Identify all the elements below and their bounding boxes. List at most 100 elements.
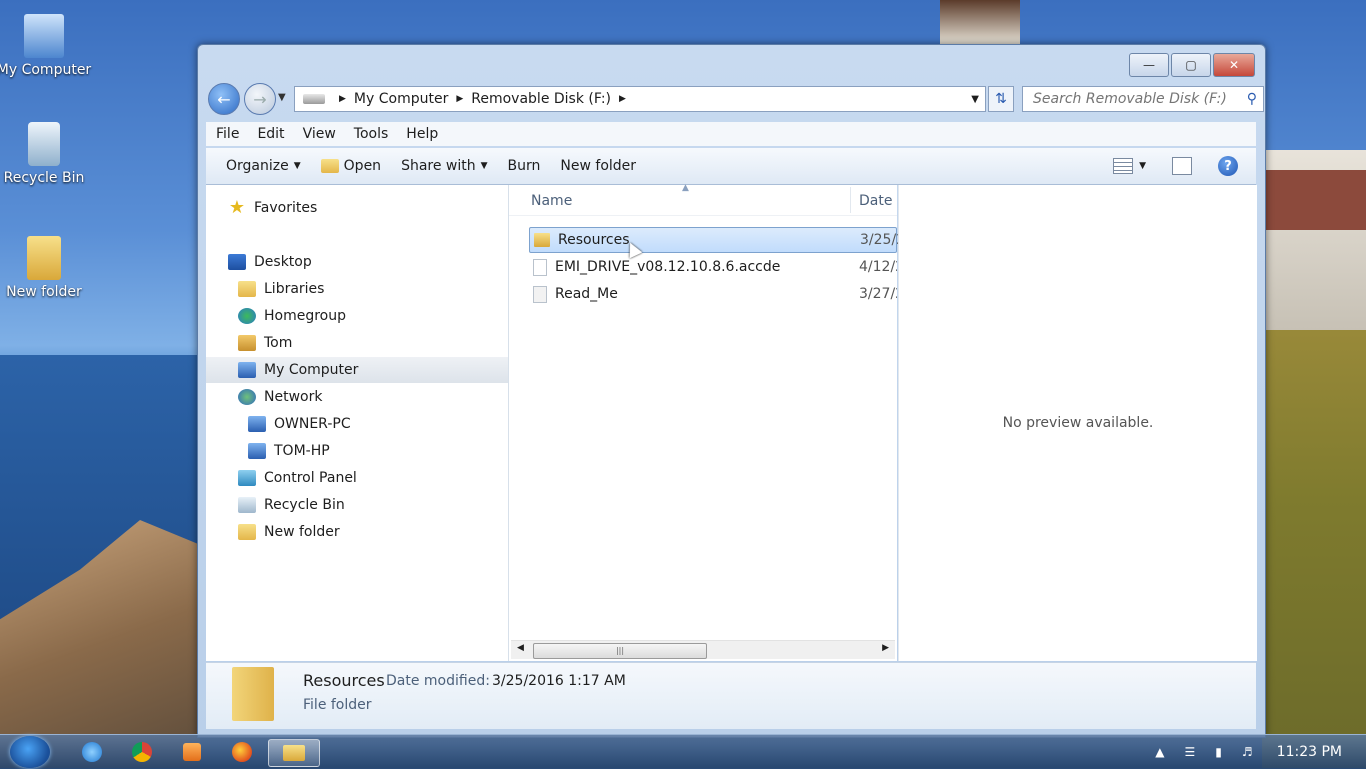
taskbar: ▲ ☰ ▮ ♬ 11:23 PM <box>0 734 1366 769</box>
volume-icon[interactable]: ♬ <box>1242 745 1253 759</box>
scroll-right-icon[interactable]: ▶ <box>882 643 889 653</box>
organize-label: Organize <box>226 158 289 174</box>
column-divider[interactable] <box>850 187 851 213</box>
scroll-thumb[interactable]: ||| <box>533 643 707 659</box>
preview-pane: No preview available. <box>898 185 1257 661</box>
recycle-bin-icon <box>28 122 60 166</box>
chevron-down-icon[interactable]: ▼ <box>971 94 979 105</box>
text-file-icon <box>533 285 547 303</box>
desktop-icon-my-computer[interactable]: My Computer <box>0 14 92 78</box>
navigation-bar: ← → ▼ ▶ My Computer ▶ Removable Disk (F:… <box>208 83 1264 117</box>
nav-item-libraries[interactable]: Libraries <box>206 276 540 302</box>
file-name: EMI_DRIVE_v08.12.10.8.6.accde <box>555 259 781 275</box>
nav-item-label: Tom <box>264 335 293 351</box>
open-label: Open <box>343 158 382 174</box>
caret-down-icon[interactable]: ▼ <box>1139 161 1146 171</box>
desktop-icon <box>228 254 246 270</box>
nav-item-recycle-bin[interactable]: Recycle Bin <box>206 492 540 518</box>
menu-help[interactable]: Help <box>404 126 440 142</box>
nav-item-desktop[interactable]: Desktop <box>206 249 530 275</box>
nav-item-my-computer[interactable]: My Computer <box>206 357 508 383</box>
forward-button[interactable]: → <box>244 83 276 115</box>
chevron-right-icon[interactable]: ▶ <box>619 94 626 104</box>
details-pane: Resources Date modified: 3/25/2016 1:17 … <box>206 662 1256 729</box>
taskbar-app-explorer[interactable] <box>268 739 320 767</box>
close-button[interactable]: ✕ <box>1213 53 1255 77</box>
computer-icon <box>248 416 266 432</box>
nav-item-control-panel[interactable]: Control Panel <box>206 465 540 491</box>
help-icon[interactable]: ? <box>1218 156 1238 176</box>
maximize-button[interactable]: ▢ <box>1171 53 1211 77</box>
breadcrumb-my-computer[interactable]: My Computer <box>354 91 448 107</box>
change-view-icon[interactable] <box>1113 158 1134 174</box>
nav-item-label: OWNER-PC <box>274 416 351 432</box>
scroll-left-icon[interactable]: ◀ <box>517 643 524 653</box>
nav-item-tom-hp[interactable]: TOM-HP <box>206 438 550 464</box>
drive-icon <box>303 94 325 104</box>
taskbar-app-ie[interactable] <box>74 739 110 765</box>
folder-icon <box>534 233 550 247</box>
desktop-icon-new-folder[interactable]: New folder <box>0 236 92 300</box>
file-row-resources[interactable]: Resources 3/25/2016 <box>529 227 898 253</box>
nav-item-label: New folder <box>264 524 340 540</box>
menu-edit[interactable]: Edit <box>255 126 286 142</box>
wallpaper-lighthouse <box>940 0 1020 44</box>
horizontal-scrollbar[interactable]: ◀ ||| ▶ <box>511 640 895 659</box>
file-row-read-me[interactable]: Read_Me 3/27/2016 <box>529 282 897 306</box>
menu-file[interactable]: File <box>214 126 241 142</box>
taskbar-app-chrome[interactable] <box>124 739 160 765</box>
file-date: 3/27/2016 <box>859 286 897 302</box>
file-row-emi-drive[interactable]: EMI_DRIVE_v08.12.10.8.6.accde 4/12/2016 <box>529 255 897 279</box>
breadcrumb-removable-disk[interactable]: Removable Disk (F:) <box>471 91 611 107</box>
navigation-pane: ★ Favorites Desktop Libraries Homegroup T… <box>206 185 509 661</box>
nav-item-owner-pc[interactable]: OWNER-PC <box>206 411 550 437</box>
open-button[interactable]: Open <box>320 158 382 174</box>
signal-icon[interactable]: ▮ <box>1215 745 1222 759</box>
nav-item-new-folder[interactable]: New folder <box>206 519 540 545</box>
wallpaper-roof <box>1262 170 1366 230</box>
search-box[interactable]: ⚲ <box>1022 86 1264 112</box>
media-player-icon <box>183 743 201 761</box>
preview-pane-icon[interactable] <box>1172 157 1192 175</box>
arrow-right-icon: → <box>253 89 267 109</box>
nav-item-network[interactable]: Network <box>206 384 540 410</box>
search-input[interactable] <box>1031 90 1235 108</box>
chevron-right-icon[interactable]: ▶ <box>456 94 463 104</box>
search-icon[interactable]: ⚲ <box>1247 91 1257 107</box>
organize-button[interactable]: Organize ▼ <box>226 158 301 174</box>
taskbar-app-firefox[interactable] <box>224 739 260 765</box>
nav-item-label: Network <box>264 389 323 405</box>
taskbar-app-media[interactable] <box>174 739 210 765</box>
file-name: Resources <box>558 232 630 248</box>
clock[interactable]: 11:23 PM <box>1277 744 1342 760</box>
nav-item-tom[interactable]: Tom <box>206 330 540 356</box>
column-header-date[interactable]: Date m <box>859 193 897 209</box>
menu-tools[interactable]: Tools <box>352 126 391 142</box>
nav-item-favorites[interactable]: ★ Favorites <box>206 195 530 221</box>
libraries-icon <box>238 281 256 297</box>
nav-item-label: Control Panel <box>264 470 357 486</box>
back-button[interactable]: ← <box>208 83 240 115</box>
share-with-button[interactable]: Share with ▼ <box>401 158 487 174</box>
column-header-name[interactable]: Name <box>531 193 572 209</box>
new-folder-button[interactable]: New folder <box>560 158 636 174</box>
nav-item-label: Recycle Bin <box>264 497 345 513</box>
minimize-button[interactable]: — <box>1129 53 1169 77</box>
address-bar[interactable]: ▶ My Computer ▶ Removable Disk (F:) ▶ ▼ <box>294 86 986 112</box>
wallpaper-grass <box>1262 320 1366 768</box>
nav-item-label: Homegroup <box>264 308 347 324</box>
desktop-icon-recycle-bin[interactable]: Recycle Bin <box>0 122 92 186</box>
burn-button[interactable]: Burn <box>508 158 541 174</box>
folder-open-icon <box>320 159 339 173</box>
show-hidden-icons-icon[interactable]: ▲ <box>1155 745 1164 759</box>
recent-pages-dropdown[interactable]: ▼ <box>278 92 286 103</box>
nav-item-homegroup[interactable]: Homegroup <box>206 303 540 329</box>
refresh-button[interactable]: ⇅ <box>988 86 1014 112</box>
nav-item-label: My Computer <box>264 362 359 378</box>
start-button[interactable] <box>10 736 50 768</box>
chevron-right-icon[interactable]: ▶ <box>339 94 346 104</box>
nav-item-label: Desktop <box>254 254 312 270</box>
menu-view[interactable]: View <box>301 126 338 142</box>
desktop-icon-label: New folder <box>6 284 82 300</box>
network-tray-icon[interactable]: ☰ <box>1185 745 1196 759</box>
